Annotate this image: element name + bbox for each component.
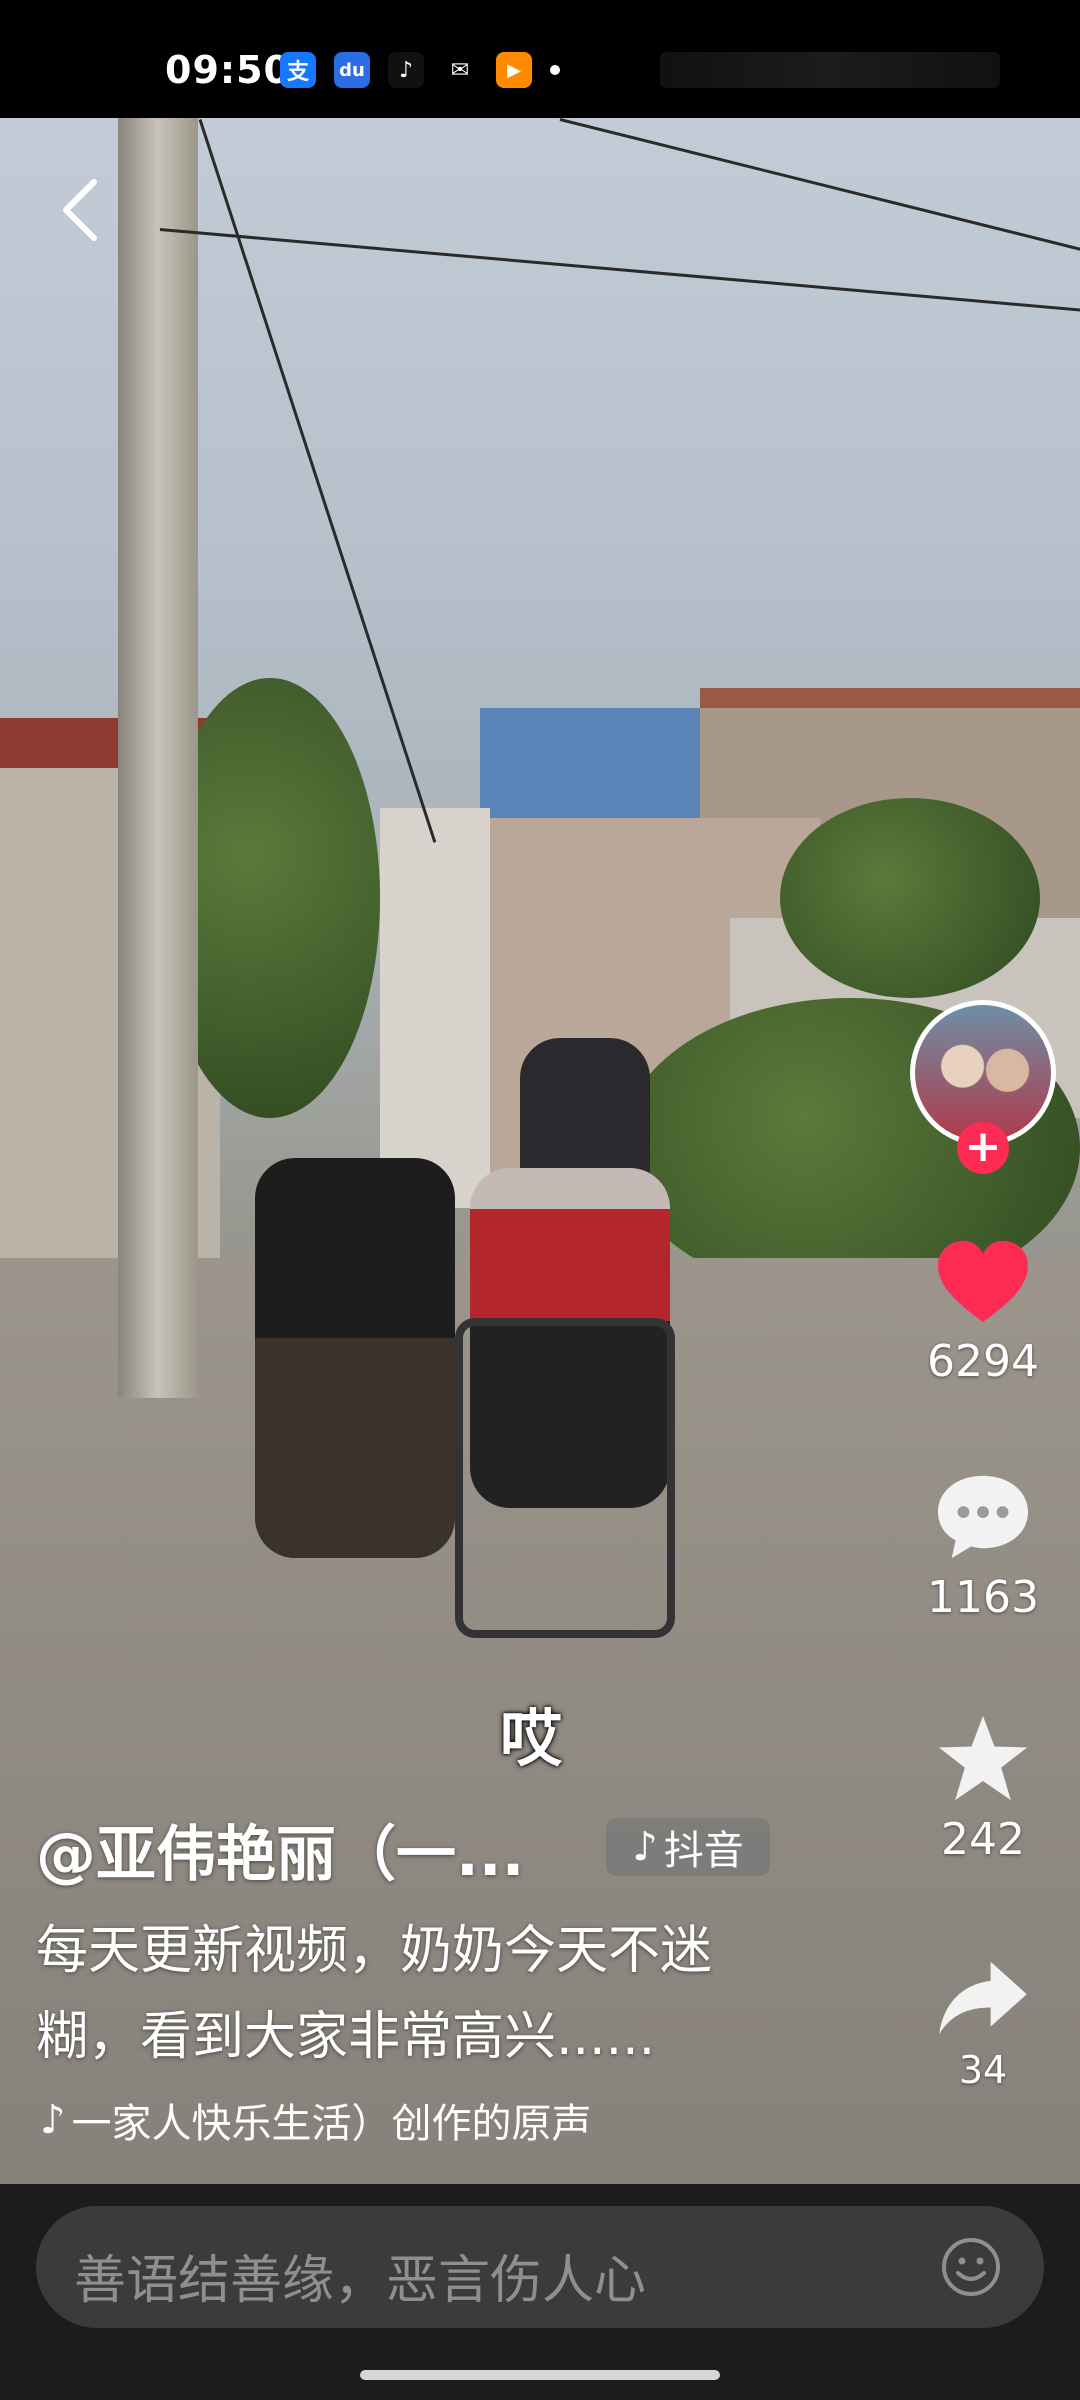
platform-tag[interactable]: ♪ 抖音 [606, 1818, 770, 1876]
favorite-button[interactable]: 242 [908, 1712, 1058, 1865]
comment-count: 1163 [927, 1572, 1039, 1623]
comment-button[interactable]: 1163 [908, 1470, 1058, 1623]
share-arrow-icon [939, 1961, 1027, 2035]
tiktok-logo-icon: ♪ [632, 1824, 658, 1870]
comment-bubble-icon [937, 1475, 1029, 1559]
scene-tree [780, 798, 1040, 998]
chevron-left-icon [63, 179, 97, 241]
author-name[interactable]: @亚伟艳丽（一... [36, 1806, 524, 1893]
heart-icon [938, 1240, 1028, 1323]
music-ticker[interactable]: ♪ 一家人快乐生活）创作的原声 [40, 2090, 640, 2150]
like-count: 6294 [927, 1336, 1039, 1387]
music-note-icon: ♪ [40, 2097, 66, 2143]
status-time: 09:50 [165, 48, 291, 92]
more-notifications-dot [550, 65, 560, 75]
star-icon [938, 1715, 1028, 1801]
like-button[interactable]: 6294 [908, 1238, 1058, 1387]
author-avatar-group[interactable]: + [910, 1000, 1056, 1174]
share-count: 34 [958, 2048, 1008, 2092]
music-title: 一家人快乐生活）创作的原声 [71, 2101, 592, 2147]
back-button[interactable] [50, 170, 110, 250]
platform-tag-label: 抖音 [663, 1828, 744, 1874]
scene-house [380, 808, 490, 1208]
scene-person-woman [255, 1158, 455, 1558]
comment-placeholder: 善语结善缘，恶言伤人心 [74, 2251, 647, 2311]
video-app-icon: ▶ [496, 52, 532, 88]
scene-wire [559, 118, 1080, 257]
status-bar: 09:50 支 du ♪ ✉ ▶ [0, 0, 1080, 118]
favorite-count: 242 [941, 1814, 1025, 1865]
video-description[interactable]: 每天更新视频，奶奶今天不迷糊，看到大家非常高兴...... [36, 1908, 776, 2080]
alipay-icon: 支 [280, 52, 316, 88]
notification-icons: 支 du ♪ ✉ ▶ [280, 52, 560, 88]
smiley-icon [942, 2238, 1000, 2296]
tiktok-icon: ♪ [388, 52, 424, 88]
scene-wire [159, 228, 1080, 313]
emoji-button[interactable] [940, 2236, 1002, 2298]
scene-utility-pole [118, 118, 198, 1398]
wechat-icon: ✉ [442, 52, 478, 88]
redacted-status-area [660, 52, 1000, 88]
video-subtitle: 哎 [500, 1702, 563, 1775]
home-indicator[interactable] [360, 2370, 720, 2380]
follow-plus-icon[interactable]: + [957, 1122, 1009, 1174]
scene-wheelchair [455, 1318, 675, 1638]
share-button[interactable]: 34 [908, 1958, 1058, 2092]
baidu-icon: du [334, 52, 370, 88]
